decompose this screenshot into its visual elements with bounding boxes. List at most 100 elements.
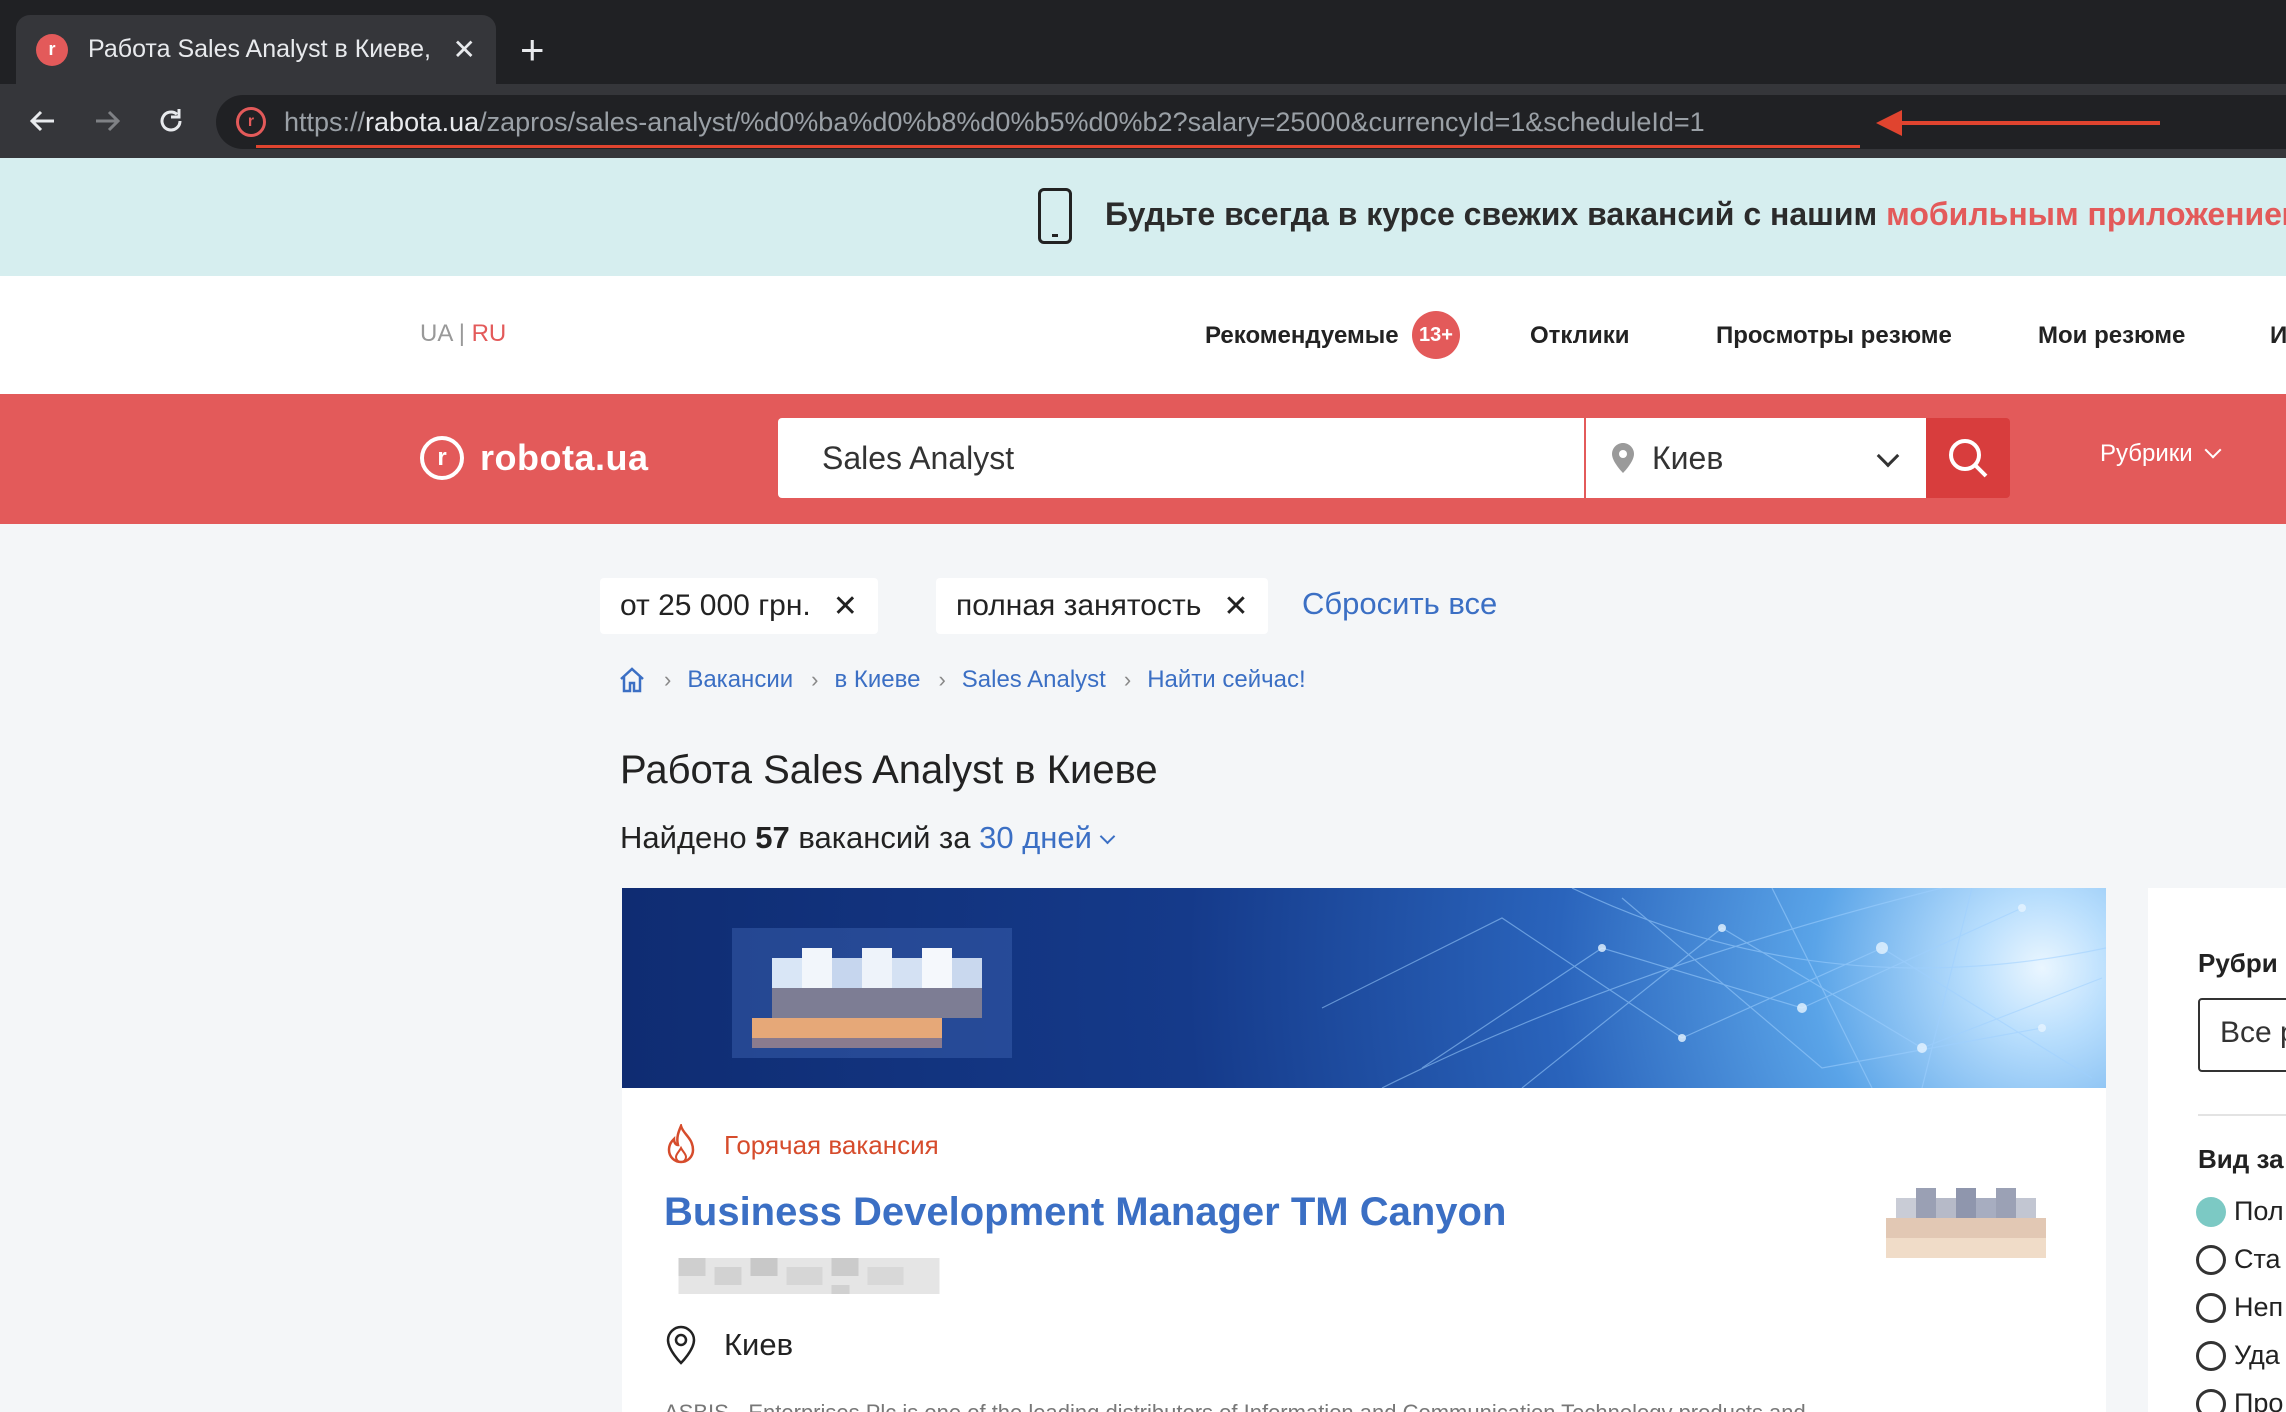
employment-option-5[interactable]: Про: [2196, 1388, 2283, 1412]
job-search-input[interactable]: Sales Analyst: [778, 418, 1584, 498]
reload-icon: [160, 109, 182, 132]
url-path: /zapros/sales-analyst/%d0%ba%d0%b8%d0%b5…: [479, 106, 1705, 137]
annotation-arrow-line: [1898, 121, 2160, 125]
site-header: r robota.ua Sales Analyst Киев Рубрики: [0, 394, 2286, 524]
nav-item-cut[interactable]: И: [2270, 322, 2286, 350]
nav-my-resumes[interactable]: Мои резюме: [2038, 322, 2185, 350]
nav-responses[interactable]: Отклики: [1530, 322, 1630, 350]
employment-option-2[interactable]: Ста: [2196, 1244, 2281, 1275]
tab-close-icon[interactable]: ✕: [453, 33, 476, 66]
search-button[interactable]: [1926, 418, 2010, 498]
found-count: 57: [755, 820, 790, 855]
lang-separator: |: [458, 320, 465, 347]
rubric-select[interactable]: Все р: [2198, 998, 2286, 1072]
vacancy-description: ASBIS - Enterprises Plc is one of the le…: [664, 1400, 1806, 1412]
fire-icon: [667, 1124, 695, 1164]
blurred-company-logo: [732, 928, 1012, 1058]
promo-banner: Будьте всегда в курсе свежих вакансий с …: [0, 158, 2286, 276]
url-host: rabota.ua: [365, 106, 480, 137]
reset-all-filters-link[interactable]: Сбросить все: [1302, 586, 1497, 622]
promo-text: Будьте всегда в курсе свежих вакансий с …: [1105, 196, 2286, 233]
nav-recommended[interactable]: Рекомендуемые: [1205, 322, 1399, 350]
annotation-underline: [256, 145, 1860, 148]
browser-tab-active[interactable]: r Работа Sales Analyst в Киеве, ✕: [16, 15, 496, 84]
option-label: Пол: [2234, 1196, 2284, 1226]
nav-resume-views[interactable]: Просмотры резюме: [1716, 322, 1952, 350]
period-dropdown[interactable]: 30 дней: [979, 820, 1116, 855]
home-icon[interactable]: [618, 666, 646, 694]
blurred-company-name: [678, 1258, 940, 1294]
rabota-favicon-icon: r: [36, 33, 68, 66]
radio-icon: [2196, 1388, 2226, 1412]
remove-filter-icon[interactable]: ✕: [1223, 589, 1248, 624]
filter-side-panel: Рубри Все р Вид за Пол Ста Неп Уда Про: [2148, 888, 2286, 1412]
found-prefix: Найдено: [620, 820, 756, 855]
option-label: Уда: [2234, 1340, 2280, 1370]
mobile-phone-icon: [1038, 188, 1072, 244]
mobile-app-link[interactable]: мобильным приложением: [1886, 196, 2286, 232]
site-logo[interactable]: r robota.ua: [420, 436, 649, 480]
chevron-down-icon: [1099, 828, 1116, 845]
panel-divider: [2198, 1114, 2286, 1116]
vacancy-title-link[interactable]: Business Development Manager TM Canyon: [664, 1190, 1506, 1235]
hot-vacancy-label: Горячая вакансия: [664, 1124, 939, 1166]
arrow-left-icon: [29, 110, 54, 132]
option-label: Неп: [2234, 1292, 2284, 1322]
rubriki-dropdown[interactable]: Рубрики: [2100, 440, 2222, 468]
location-pin-icon: [666, 1325, 696, 1365]
found-suffix: вакансий за: [789, 820, 980, 855]
browser-tabstrip: r Работа Sales Analyst в Киеве, ✕ +: [0, 0, 2286, 84]
chip-label: от 25 000 грн.: [620, 589, 811, 622]
location-text: Киев: [724, 1327, 794, 1362]
breadcrumb-vacancies[interactable]: Вакансии: [687, 666, 793, 694]
back-button[interactable]: [18, 96, 68, 146]
logo-text: robota.ua: [480, 437, 649, 478]
promo-message: Будьте всегда в курсе свежих вакансий с …: [1105, 196, 1887, 232]
top-navigation: UA | RU Рекомендуемые 13+ Отклики Просмо…: [0, 276, 2286, 394]
breadcrumb-city[interactable]: в Киеве: [834, 666, 920, 694]
breadcrumb: › Вакансии › в Киеве › Sales Analyst › Н…: [618, 666, 1306, 694]
remove-filter-icon[interactable]: ✕: [833, 589, 858, 624]
rubric-heading: Рубри: [2198, 948, 2278, 978]
new-tab-button[interactable]: +: [520, 24, 545, 76]
site-favicon-icon: r: [236, 107, 266, 137]
breadcrumb-find-now[interactable]: Найти сейчас!: [1147, 666, 1305, 694]
location-pin-icon: [1612, 443, 1634, 473]
employment-option-3[interactable]: Неп: [2196, 1292, 2283, 1323]
breadcrumb-separator: ›: [811, 667, 819, 692]
chip-label: полная занятость: [956, 589, 1202, 622]
breadcrumb-separator: ›: [1123, 667, 1132, 692]
city-value: Киев: [1652, 439, 1724, 476]
period-label: 30 дней: [979, 820, 1092, 855]
rubriki-label: Рубрики: [2100, 440, 2193, 467]
filter-chip-salary[interactable]: от 25 000 грн. ✕: [600, 578, 878, 634]
employment-option-full[interactable]: Пол: [2196, 1196, 2284, 1227]
radio-checked-icon: [2196, 1196, 2226, 1227]
tab-title: Работа Sales Analyst в Киеве,: [88, 35, 431, 63]
company-banner-image: [622, 888, 2106, 1088]
search-icon: [1949, 439, 1988, 478]
results-count: Найдено 57 вакансий за 30 дней: [620, 820, 1116, 856]
employment-option-4[interactable]: Уда: [2196, 1340, 2280, 1371]
chevron-down-icon: [2204, 441, 2222, 459]
logo-icon: r: [420, 436, 464, 480]
option-label: Про: [2234, 1388, 2284, 1412]
radio-icon: [2196, 1244, 2226, 1275]
breadcrumb-separator: ›: [938, 667, 946, 692]
lang-ru-link[interactable]: RU: [472, 320, 507, 347]
lang-ua-link[interactable]: UA: [420, 320, 452, 347]
url-text: https://rabota.ua/zapros/sales-analyst/%…: [284, 107, 1705, 138]
filter-chip-employment[interactable]: полная занятость ✕: [936, 578, 1269, 634]
radio-icon: [2196, 1292, 2226, 1323]
chevron-down-icon: [1876, 444, 1900, 468]
city-select[interactable]: Киев: [1586, 418, 1926, 498]
url-prefix: https://: [284, 106, 366, 137]
breadcrumb-separator: ›: [664, 667, 672, 692]
reload-button[interactable]: [146, 96, 196, 146]
language-switcher: UA | RU: [420, 320, 506, 348]
employment-heading: Вид за: [2198, 1144, 2284, 1174]
arrow-right-icon: [96, 110, 121, 132]
breadcrumb-query[interactable]: Sales Analyst: [962, 666, 1106, 694]
vacancy-card[interactable]: Горячая вакансия Business Development Ma…: [622, 888, 2106, 1412]
forward-button[interactable]: [82, 96, 132, 146]
